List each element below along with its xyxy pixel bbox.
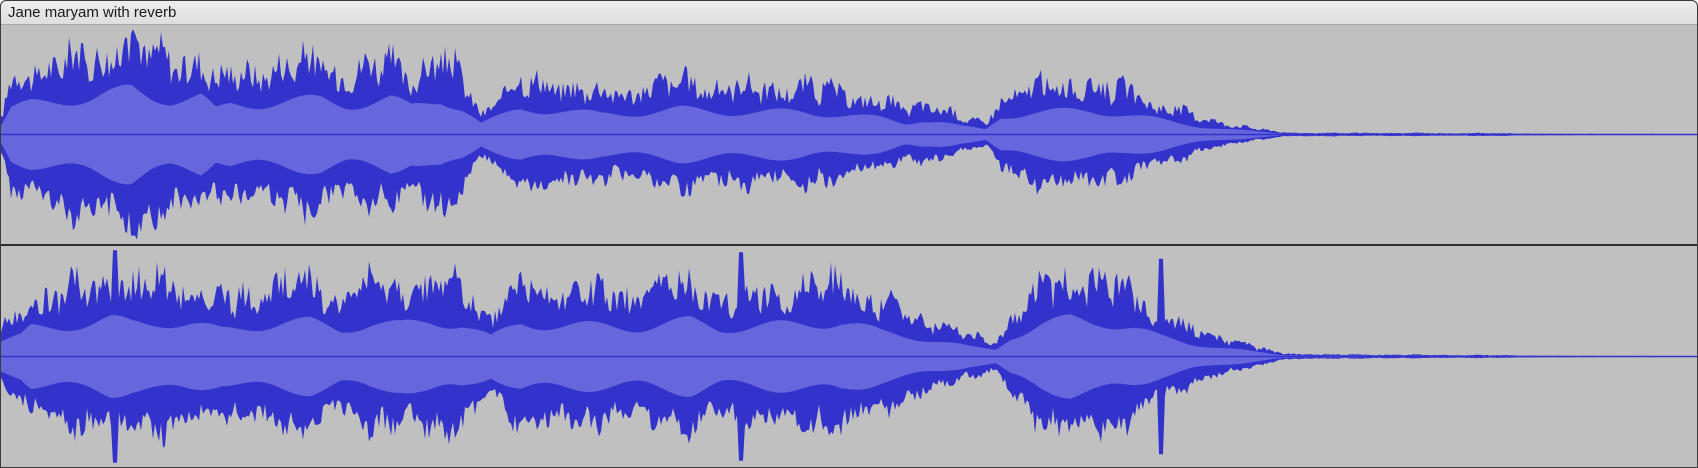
left-channel-waveform-graphic xyxy=(1,29,1697,240)
audio-track[interactable]: Jane maryam with reverb xyxy=(0,0,1698,468)
left-channel-waveform[interactable] xyxy=(1,25,1697,244)
track-title: Jane maryam with reverb xyxy=(8,4,177,21)
track-title-bar[interactable]: Jane maryam with reverb xyxy=(1,1,1697,25)
right-channel-waveform[interactable] xyxy=(1,246,1697,467)
right-channel-waveform-graphic xyxy=(1,250,1697,463)
